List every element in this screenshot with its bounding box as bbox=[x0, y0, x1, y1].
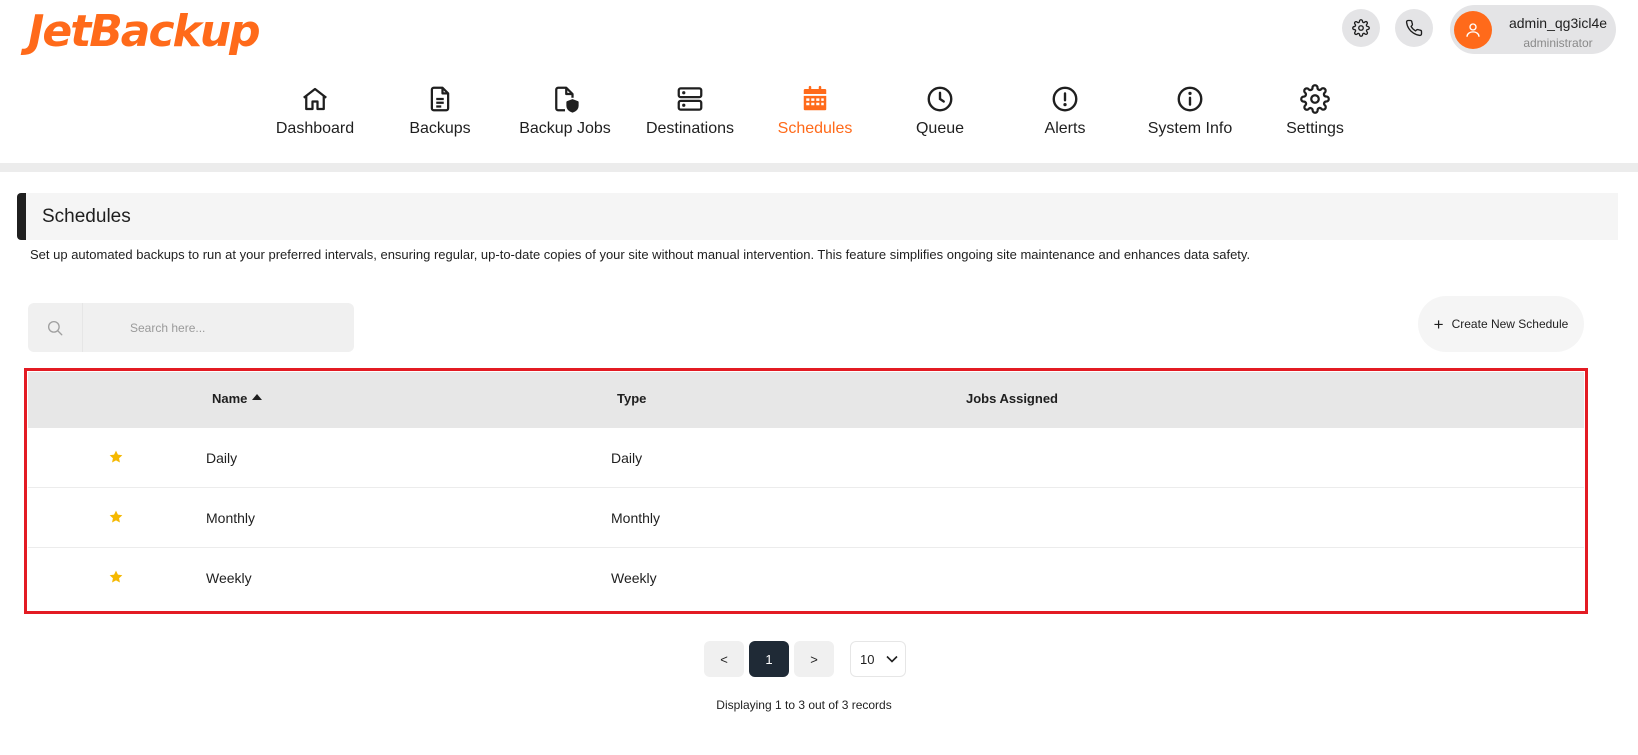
nav-item-settings[interactable]: Settings bbox=[1252, 82, 1378, 148]
star-icon[interactable] bbox=[108, 569, 124, 585]
server-icon bbox=[677, 87, 703, 111]
phone-icon bbox=[1405, 19, 1423, 37]
pagination-prev-button[interactable]: < bbox=[704, 641, 744, 677]
schedule-type: Weekly bbox=[611, 570, 657, 586]
nav-label: System Info bbox=[1147, 120, 1233, 137]
home-icon bbox=[303, 87, 327, 111]
table-row[interactable]: Weekly Weekly bbox=[28, 548, 1584, 608]
schedule-type: Monthly bbox=[611, 510, 661, 526]
nav-label: Alerts bbox=[1044, 120, 1086, 137]
schedule-name: Weekly bbox=[206, 570, 252, 586]
nav-label: Dashboard bbox=[275, 120, 355, 137]
nav-label: Queue bbox=[915, 120, 965, 137]
page-description: Set up automated backups to run at your … bbox=[30, 247, 1251, 262]
pagination-page-1[interactable]: 1 bbox=[749, 641, 789, 677]
page-title-bar: Schedules bbox=[17, 193, 1618, 240]
create-button-label: Create New Schedule bbox=[1451, 317, 1569, 331]
user-role: administrator bbox=[1523, 36, 1593, 50]
chevron-down-icon bbox=[886, 655, 898, 663]
schedules-table-frame: Name Type Jobs Assigned Daily Daily Mont… bbox=[24, 368, 1588, 614]
nav-label: Schedules bbox=[777, 120, 853, 137]
gear-icon bbox=[1300, 84, 1330, 114]
table-row[interactable]: Monthly Monthly bbox=[28, 488, 1584, 548]
star-icon[interactable] bbox=[108, 509, 124, 525]
table-row[interactable]: Daily Daily bbox=[28, 428, 1584, 488]
create-new-schedule-button[interactable]: + Create New Schedule bbox=[1418, 296, 1584, 352]
support-phone-button[interactable] bbox=[1395, 9, 1433, 47]
user-menu[interactable]: admin_qg3icl4e administrator bbox=[1450, 5, 1616, 54]
column-header-name[interactable]: Name bbox=[212, 391, 263, 406]
schedule-name: Monthly bbox=[206, 510, 256, 526]
schedule-type: Daily bbox=[611, 450, 643, 466]
nav-item-backup-jobs[interactable]: Backup Jobs bbox=[502, 82, 628, 148]
schedules-table: Name Type Jobs Assigned Daily Daily Mont… bbox=[28, 372, 1584, 608]
page-title: Schedules bbox=[42, 206, 131, 227]
schedule-name: Daily bbox=[206, 450, 238, 466]
clock-icon bbox=[927, 86, 953, 112]
nav-label: Backup Jobs bbox=[519, 120, 611, 137]
settings-button[interactable] bbox=[1342, 9, 1380, 47]
nav-item-destinations[interactable]: Destinations bbox=[627, 82, 753, 148]
plus-icon: + bbox=[1433, 314, 1444, 334]
per-page-select[interactable]: 10 bbox=[850, 641, 906, 677]
gear-icon bbox=[1352, 19, 1370, 37]
jetbackup-logo[interactable]: JetBackup bbox=[28, 6, 261, 57]
nav-item-schedules[interactable]: Schedules bbox=[752, 82, 878, 148]
file-shield-icon bbox=[555, 86, 579, 113]
nav-item-dashboard[interactable]: Dashboard bbox=[252, 82, 378, 148]
records-summary: Displaying 1 to 3 out of 3 records bbox=[716, 698, 892, 712]
alert-circle-icon bbox=[1052, 86, 1078, 112]
sort-ascending-icon bbox=[252, 394, 263, 400]
main-nav: Dashboard Backups Backup Jobs Destinatio… bbox=[0, 82, 1638, 148]
nav-label: Destinations bbox=[645, 120, 735, 137]
calendar-icon bbox=[803, 85, 827, 111]
top-header: JetBackup admin_qg3icl4e administrator D… bbox=[0, 0, 1638, 168]
nav-item-system-info[interactable]: System Info bbox=[1127, 82, 1253, 148]
nav-label: Settings bbox=[1286, 120, 1344, 137]
column-header-type[interactable]: Type bbox=[617, 391, 646, 406]
star-icon[interactable] bbox=[108, 449, 124, 465]
header-divider bbox=[0, 163, 1638, 172]
table-header: Name Type Jobs Assigned bbox=[28, 372, 1584, 428]
document-icon bbox=[430, 86, 450, 112]
user-icon bbox=[1466, 23, 1480, 37]
info-circle-icon bbox=[1177, 86, 1203, 112]
search-input[interactable] bbox=[84, 303, 354, 352]
nav-item-alerts[interactable]: Alerts bbox=[1002, 82, 1128, 148]
nav-label: Backups bbox=[409, 120, 471, 137]
column-header-jobs-assigned[interactable]: Jobs Assigned bbox=[966, 391, 1058, 406]
pagination-next-button[interactable]: > bbox=[794, 641, 834, 677]
nav-item-queue[interactable]: Queue bbox=[877, 82, 1003, 148]
search-icon-container bbox=[28, 303, 83, 352]
per-page-value: 10 bbox=[860, 651, 875, 667]
search-box bbox=[28, 303, 354, 352]
user-name: admin_qg3icl4e bbox=[1508, 15, 1608, 31]
nav-item-backups[interactable]: Backups bbox=[377, 82, 503, 148]
avatar bbox=[1454, 11, 1492, 49]
search-icon bbox=[47, 320, 63, 335]
